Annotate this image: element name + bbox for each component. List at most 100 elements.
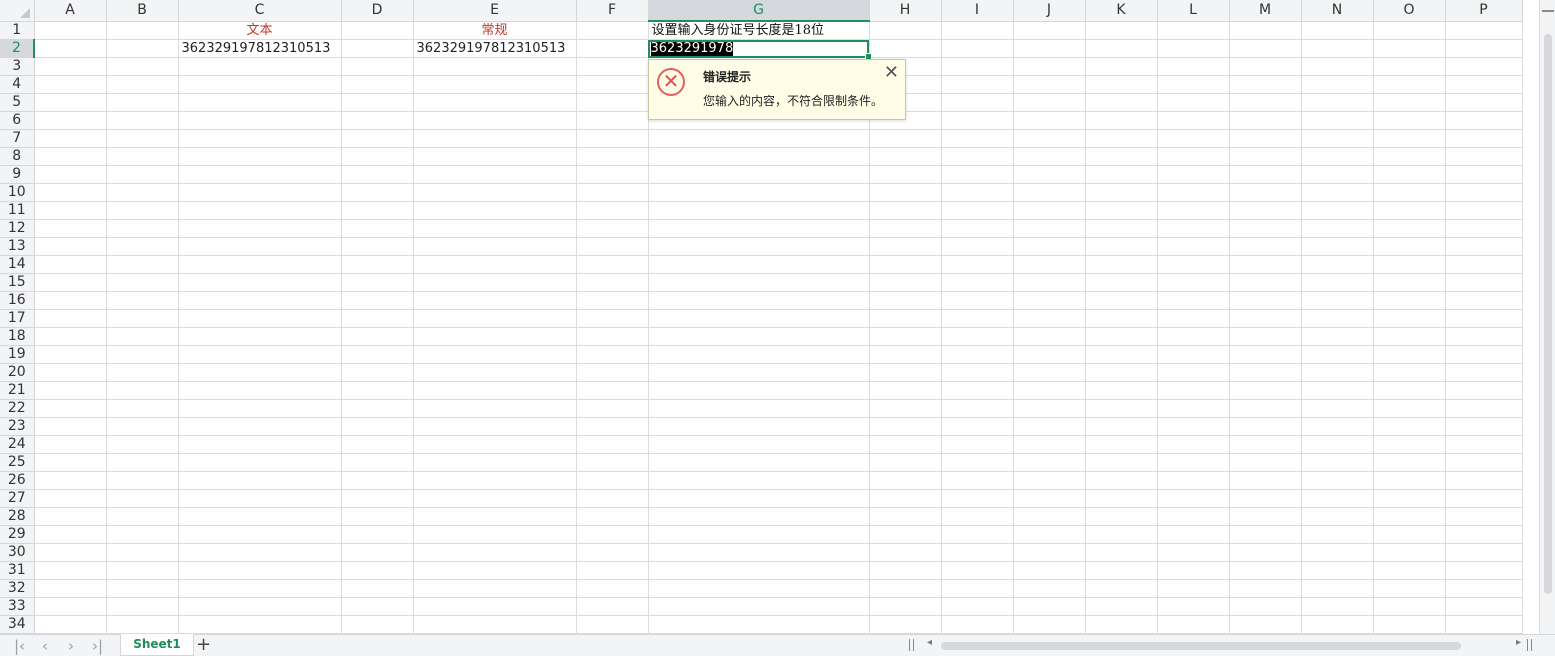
cell-h9[interactable] [869,165,942,184]
cell-o24[interactable] [1373,435,1446,454]
cell-f19[interactable] [576,345,649,364]
row-header-26[interactable]: 26 [0,471,35,490]
cell-b8[interactable] [106,147,179,166]
cell-b14[interactable] [106,255,179,274]
cell-p9[interactable] [1445,165,1523,184]
cell-a24[interactable] [34,435,107,454]
cell-e20[interactable] [413,363,577,382]
cell-g10[interactable] [648,183,870,202]
cell-o23[interactable] [1373,417,1446,436]
row-header-11[interactable]: 11 [0,201,35,220]
cell-g14[interactable] [648,255,870,274]
cell-c22[interactable] [178,399,342,418]
first-sheet-icon[interactable]: |‹ [14,636,25,656]
cell-i18[interactable] [941,327,1014,346]
cell-p5[interactable] [1445,93,1523,112]
cell-j4[interactable] [1013,75,1086,94]
cell-m18[interactable] [1229,327,1302,346]
cell-l27[interactable] [1157,489,1230,508]
cell-c8[interactable] [178,147,342,166]
cell-m7[interactable] [1229,129,1302,148]
cell-o32[interactable] [1373,579,1446,598]
cell-j11[interactable] [1013,201,1086,220]
column-header-d[interactable]: D [341,0,414,22]
cell-b2[interactable] [106,39,179,58]
cell-k11[interactable] [1085,201,1158,220]
cell-l9[interactable] [1157,165,1230,184]
cell-f13[interactable] [576,237,649,256]
cell-f34[interactable] [576,615,649,634]
cell-d33[interactable] [341,597,414,616]
cell-a21[interactable] [34,381,107,400]
cell-n7[interactable] [1301,129,1374,148]
cell-b5[interactable] [106,93,179,112]
vertical-scrollbar[interactable] [1539,0,1555,634]
cell-l17[interactable] [1157,309,1230,328]
cell-l10[interactable] [1157,183,1230,202]
cell-e31[interactable] [413,561,577,580]
cell-k23[interactable] [1085,417,1158,436]
cell-g31[interactable] [648,561,870,580]
cell-e12[interactable] [413,219,577,238]
cell-a13[interactable] [34,237,107,256]
cell-a1[interactable] [34,21,107,40]
cell-j16[interactable] [1013,291,1086,310]
cell-o26[interactable] [1373,471,1446,490]
cell-b16[interactable] [106,291,179,310]
cell-l2[interactable] [1157,39,1230,58]
cell-c11[interactable] [178,201,342,220]
cell-i22[interactable] [941,399,1014,418]
cell-k17[interactable] [1085,309,1158,328]
cell-e15[interactable] [413,273,577,292]
cell-p15[interactable] [1445,273,1523,292]
column-header-i[interactable]: I [941,0,1014,22]
cell-h18[interactable] [869,327,942,346]
cell-c14[interactable] [178,255,342,274]
cell-l34[interactable] [1157,615,1230,634]
cell-m30[interactable] [1229,543,1302,562]
cell-o15[interactable] [1373,273,1446,292]
cell-o11[interactable] [1373,201,1446,220]
row-header-25[interactable]: 25 [0,453,35,472]
cell-i20[interactable] [941,363,1014,382]
cell-e23[interactable] [413,417,577,436]
cell-d10[interactable] [341,183,414,202]
cell-b34[interactable] [106,615,179,634]
cell-m34[interactable] [1229,615,1302,634]
row-header-30[interactable]: 30 [0,543,35,562]
cell-c18[interactable] [178,327,342,346]
cell-p11[interactable] [1445,201,1523,220]
cell-n32[interactable] [1301,579,1374,598]
cell-j5[interactable] [1013,93,1086,112]
horizontal-scrollbar[interactable]: ◂ ▸ [925,637,1523,652]
cell-d2[interactable] [341,39,414,58]
cell-p6[interactable] [1445,111,1523,130]
cell-o22[interactable] [1373,399,1446,418]
cell-f25[interactable] [576,453,649,472]
cell-b7[interactable] [106,129,179,148]
cell-e29[interactable] [413,525,577,544]
cell-m24[interactable] [1229,435,1302,454]
cell-j25[interactable] [1013,453,1086,472]
cell-b19[interactable] [106,345,179,364]
cell-h23[interactable] [869,417,942,436]
row-header-28[interactable]: 28 [0,507,35,526]
cell-b10[interactable] [106,183,179,202]
cell-h12[interactable] [869,219,942,238]
cell-f22[interactable] [576,399,649,418]
cell-h24[interactable] [869,435,942,454]
cell-o14[interactable] [1373,255,1446,274]
cell-m15[interactable] [1229,273,1302,292]
column-header-m[interactable]: M [1229,0,1302,22]
cell-f23[interactable] [576,417,649,436]
cell-j22[interactable] [1013,399,1086,418]
cell-j3[interactable] [1013,57,1086,76]
row-header-18[interactable]: 18 [0,327,35,346]
cell-e9[interactable] [413,165,577,184]
cell-c25[interactable] [178,453,342,472]
cell-n3[interactable] [1301,57,1374,76]
cell-f11[interactable] [576,201,649,220]
cell-n18[interactable] [1301,327,1374,346]
row-header-16[interactable]: 16 [0,291,35,310]
cell-n2[interactable] [1301,39,1374,58]
